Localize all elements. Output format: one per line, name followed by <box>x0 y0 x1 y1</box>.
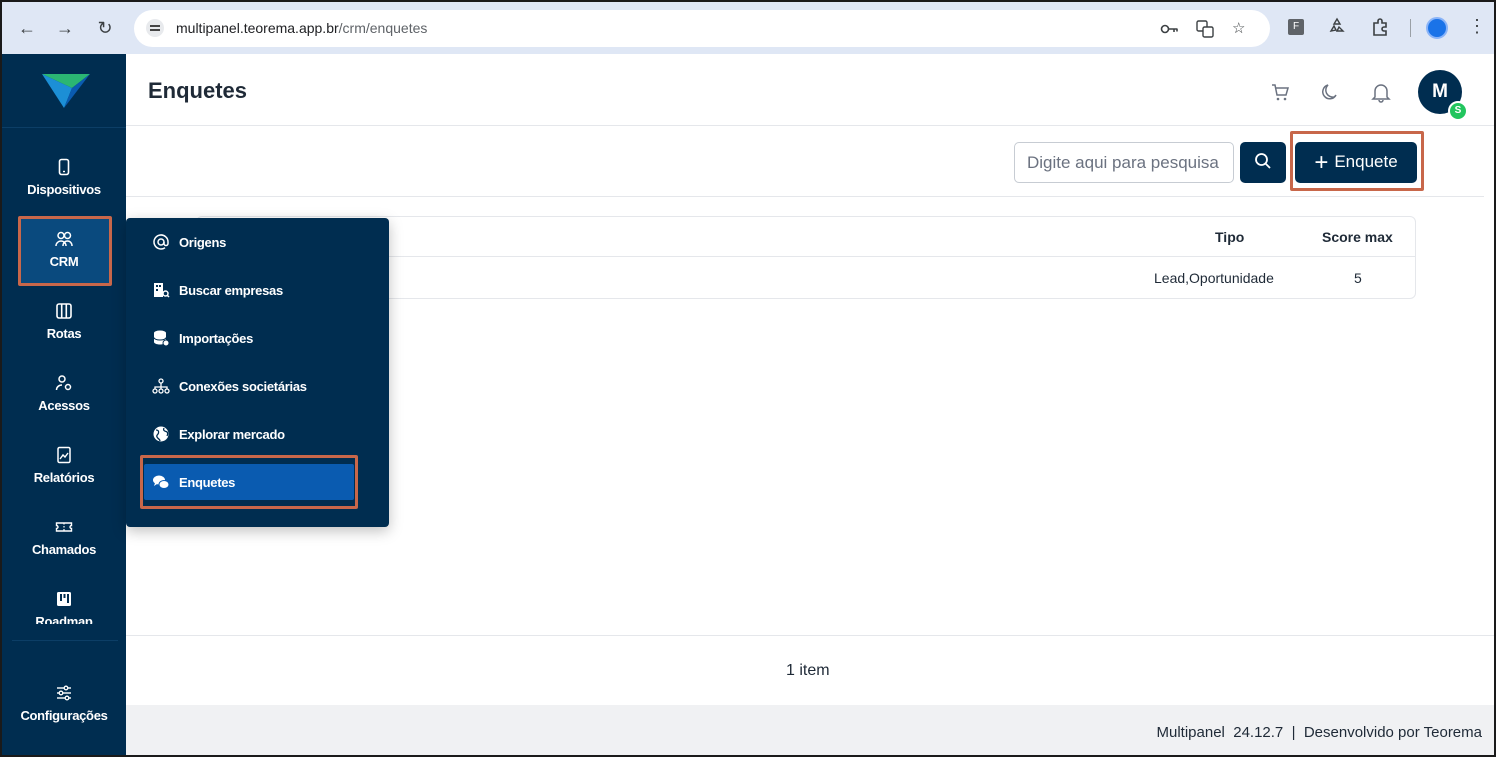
plus-icon: + <box>1314 148 1329 176</box>
bell-icon[interactable] <box>1370 81 1392 103</box>
sidebar-divider <box>12 640 118 641</box>
database-import-icon <box>153 330 170 347</box>
page-title: Enquetes <box>148 78 248 103</box>
app-header: Enquetes M S <box>126 54 1494 126</box>
address-bar[interactable]: multipanel.teorema.app.br/crm/enquetes ☆ <box>134 10 1270 47</box>
sidebar-item-label: Roadmap <box>35 614 93 624</box>
back-arrow-icon[interactable]: ← <box>16 17 38 39</box>
profile-avatar-icon[interactable] <box>1426 17 1448 39</box>
site-settings-icon[interactable] <box>146 19 164 37</box>
submenu-item-label: Importações <box>179 331 254 346</box>
sidebar-item-label: Dispositivos <box>27 182 101 197</box>
sidebar-item-roadmap[interactable]: Roadmap <box>2 590 126 624</box>
forward-arrow-icon[interactable]: → <box>54 17 76 39</box>
submenu-item-buscar-empresas[interactable]: Buscar empresas <box>140 272 372 308</box>
sidebar-item-acessos[interactable]: Acessos <box>2 374 126 434</box>
teorema-logo <box>42 74 90 108</box>
sidebar: Dispositivos CRM Rotas Acessos Relatório… <box>2 54 126 755</box>
map-icon <box>56 303 72 319</box>
add-enquete-button[interactable]: + Enquete <box>1295 142 1417 183</box>
sidebar-item-label: Rotas <box>46 326 82 341</box>
sidebar-item-label: CRM <box>49 254 79 269</box>
sidebar-item-dispositivos[interactable]: Dispositivos <box>2 158 126 218</box>
phone-icon <box>58 158 70 176</box>
submenu-item-label: Buscar empresas <box>179 283 283 298</box>
browser-toolbar: ← → ↻ multipanel.teorema.app.br/crm/enqu… <box>2 2 1494 54</box>
cell-score-max: 5 <box>1354 270 1362 286</box>
item-count: 1 item <box>786 662 830 679</box>
column-header-tipo[interactable]: Tipo <box>1215 229 1244 245</box>
ticket-icon <box>55 522 73 532</box>
search-icon <box>1255 153 1271 169</box>
sidebar-item-label: Acessos <box>38 398 90 413</box>
submenu-item-origens[interactable]: Origens <box>140 224 372 260</box>
building-search-icon <box>154 283 170 298</box>
report-icon <box>57 446 71 464</box>
key-icon[interactable] <box>1160 20 1180 43</box>
sliders-icon <box>57 685 71 701</box>
globe-icon <box>153 426 169 442</box>
extension-f-icon[interactable]: F <box>1288 19 1304 35</box>
toolbar-separator <box>1410 19 1411 37</box>
logo-divider <box>2 127 126 128</box>
url-text: multipanel.teorema.app.br/crm/enquetes <box>176 20 428 36</box>
translate-icon[interactable] <box>1196 20 1214 43</box>
cart-icon[interactable] <box>1270 82 1290 102</box>
sidebar-item-crm[interactable]: CRM <box>2 230 126 290</box>
sidebar-item-chamados[interactable]: Chamados <box>2 518 126 578</box>
pagination-bar: 1 item <box>126 635 1494 705</box>
browser-menu-icon[interactable]: ⋮ <box>1468 16 1486 37</box>
extension-recycle-icon[interactable] <box>1328 16 1345 32</box>
submenu-item-explorar-mercado[interactable]: Explorar mercado <box>140 416 372 452</box>
at-sign-icon <box>153 234 169 250</box>
footer-version-text: Multipanel 24.12.7 | Desenvolvido por Te… <box>1156 724 1482 741</box>
sidebar-item-configuracoes[interactable]: Configurações <box>2 684 126 744</box>
submenu-item-importacoes[interactable]: Importações <box>140 320 372 356</box>
submenu-item-label: Origens <box>179 235 227 250</box>
user-key-icon <box>55 375 72 391</box>
moon-icon[interactable] <box>1320 82 1340 102</box>
sidebar-item-relatorios[interactable]: Relatórios <box>2 446 126 506</box>
list-toolbar: +Enquete <box>126 127 1484 197</box>
screen: ← → ↻ multipanel.teorema.app.br/crm/enqu… <box>0 0 1496 757</box>
cell-tipo: Lead,Oportunidade <box>1154 270 1274 286</box>
extensions-puzzle-icon[interactable] <box>1370 17 1387 36</box>
org-chart-icon <box>152 378 170 394</box>
chat-bubbles-icon <box>153 475 170 489</box>
submenu-item-label: Conexões societárias <box>179 379 307 394</box>
submenu-item-conexoes-societarias[interactable]: Conexões societárias <box>140 368 372 404</box>
roadmap-icon <box>57 592 71 606</box>
users-icon <box>55 231 73 247</box>
sidebar-item-label: Configurações <box>20 708 108 723</box>
avatar-status-badge: S <box>1448 101 1468 121</box>
footer: Multipanel 24.12.7 | Desenvolvido por Te… <box>126 705 1494 755</box>
sidebar-item-label: Relatórios <box>33 470 95 485</box>
sidebar-item-rotas[interactable]: Rotas <box>2 302 126 362</box>
bookmark-star-icon[interactable]: ☆ <box>1232 20 1245 38</box>
submenu-item-enquetes[interactable]: Enquetes <box>144 464 354 500</box>
submenu-item-label: Explorar mercado <box>179 427 285 442</box>
reload-icon[interactable]: ↻ <box>94 17 116 39</box>
crm-submenu: Origens Buscar empresas Importações Cone… <box>126 218 389 527</box>
sidebar-item-label: Chamados <box>31 542 97 557</box>
column-header-score-max[interactable]: Score max <box>1322 229 1393 245</box>
search-input[interactable] <box>1014 142 1234 183</box>
submenu-item-label: Enquetes <box>179 475 236 490</box>
search-button[interactable] <box>1240 142 1286 183</box>
